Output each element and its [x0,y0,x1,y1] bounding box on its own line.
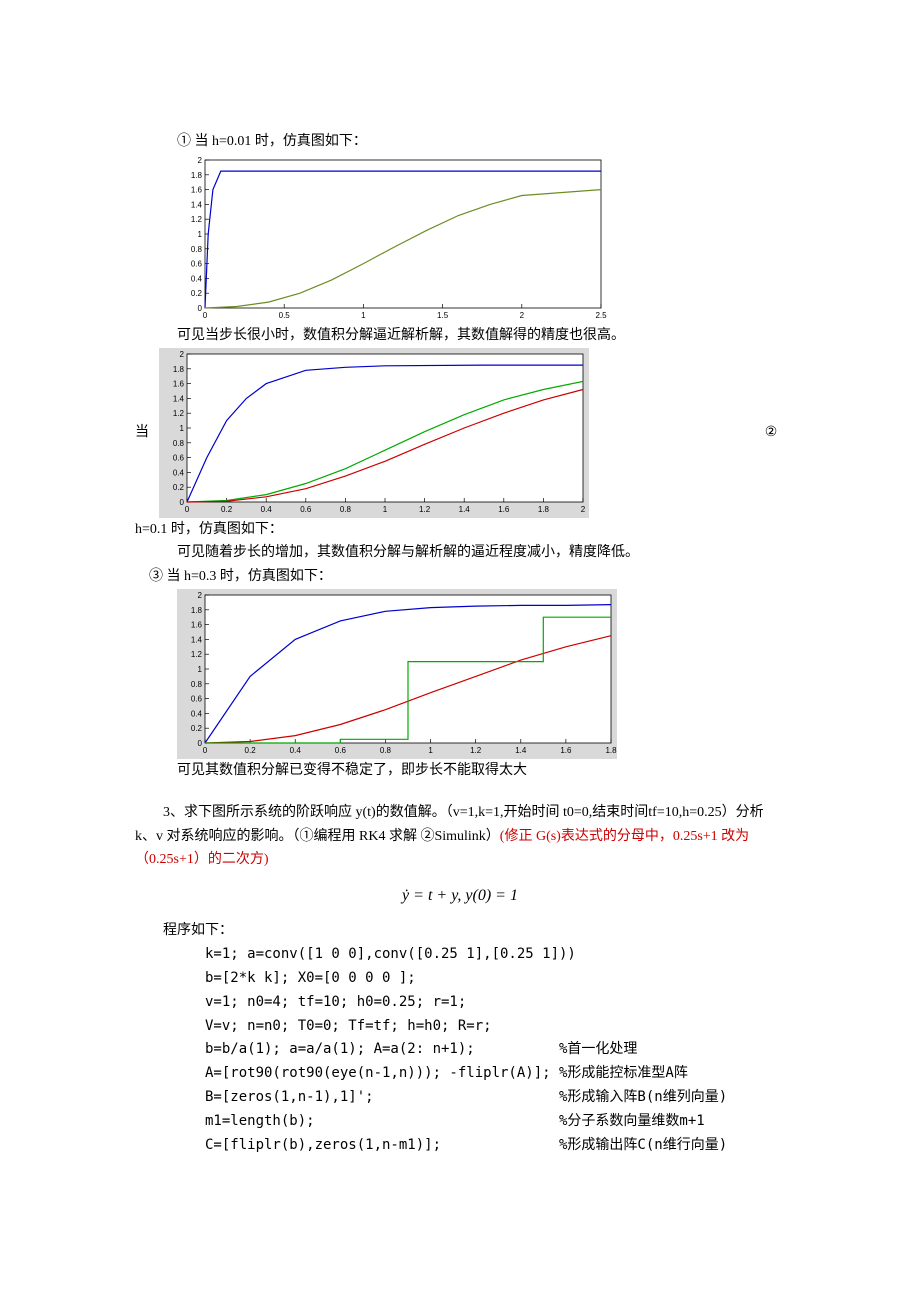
svg-text:0.6: 0.6 [191,259,203,268]
svg-text:1.2: 1.2 [470,746,482,755]
question-3: 3、求下图所示系统的阶跃响应 y(t)的数值解。（v=1,k=1,开始时间 t0… [135,801,785,872]
svg-text:0.6: 0.6 [335,746,347,755]
svg-text:1: 1 [428,746,433,755]
svg-text:2: 2 [198,591,203,600]
svg-text:1.8: 1.8 [173,364,185,373]
code-block: k=1; a=conv([1 0 0],conv([0.25 1],[0.25 … [135,943,785,1157]
svg-text:1: 1 [361,311,366,320]
chart-1: 0 0.5 1 1.5 2 2.5 0 0.2 0.4 0.6 0.8 1 1.2 1.4 1.6 1.8 2 [177,154,785,324]
svg-text:1.2: 1.2 [173,409,185,418]
code-line: v=1; n0=4; tf=10; h0=0.25; r=1; [205,991,785,1015]
code-line: V=v; n=n0; T0=0; Tf=tf; h=h0; R=r; [205,1015,785,1039]
section2-title: h=0.1 时，仿真图如下： [135,518,785,542]
svg-text:0.2: 0.2 [191,289,203,298]
svg-text:0.2: 0.2 [173,483,185,492]
svg-text:1: 1 [198,230,203,239]
svg-text:1.4: 1.4 [191,200,203,209]
svg-text:0.4: 0.4 [290,746,302,755]
svg-text:0: 0 [179,498,184,507]
svg-text:0.8: 0.8 [380,746,392,755]
svg-text:0.6: 0.6 [300,505,312,514]
svg-text:0.8: 0.8 [191,245,203,254]
code-line: k=1; a=conv([1 0 0],conv([0.25 1],[0.25 … [205,943,785,967]
svg-text:1.2: 1.2 [419,505,431,514]
code-line: A=[rot90(rot90(eye(n-1,n))); -fliplr(A)]… [205,1062,785,1086]
svg-text:1.6: 1.6 [191,185,203,194]
svg-text:1.8: 1.8 [191,606,203,615]
svg-text:1.6: 1.6 [498,505,510,514]
svg-text:0: 0 [203,311,208,320]
code-line: C=[fliplr(b),zeros(1,n-m1)]; %形成输出阵C(n维行… [205,1134,785,1158]
svg-text:2: 2 [520,311,525,320]
code-line: B=[zeros(1,n-1),1]'; %形成输入阵B(n维列向量) [205,1086,785,1110]
svg-text:1.8: 1.8 [191,171,203,180]
chart-3: 0 0.2 0.4 0.6 0.8 1 1.2 1.4 1.6 1.8 0 0.2 0.4 0.6 0.8 1… [177,589,785,759]
svg-text:0.4: 0.4 [191,709,203,718]
svg-text:2.5: 2.5 [595,311,607,320]
svg-text:2: 2 [198,156,203,165]
svg-text:1.8: 1.8 [538,505,550,514]
svg-text:0.8: 0.8 [173,438,185,447]
dang-char: 当 [135,421,152,445]
chart-2: 0 0.2 0.4 0.6 0.8 1 1.2 1.4 1.6 1.8 2 0 0.2 0.4 0.6 0.8… [159,348,750,518]
svg-text:0.2: 0.2 [191,724,203,733]
svg-text:0.2: 0.2 [245,746,257,755]
svg-text:0.6: 0.6 [191,695,203,704]
svg-text:0.4: 0.4 [260,505,272,514]
code-line: b=[2*k k]; X0=[0 0 0 0 ]; [205,967,785,991]
svg-text:0.6: 0.6 [173,453,185,462]
svg-text:0: 0 [185,505,190,514]
svg-text:1.6: 1.6 [173,379,185,388]
svg-text:0.8: 0.8 [191,680,203,689]
svg-text:0: 0 [198,304,203,313]
svg-text:1: 1 [383,505,388,514]
svg-text:1.6: 1.6 [191,621,203,630]
svg-text:2: 2 [179,350,184,359]
circled-2: ② [757,421,785,445]
code-line: m1=length(b); %分子系数向量维数m+1 [205,1110,785,1134]
section1-conclusion: 可见当步长很小时，数值积分解逼近解析解，其数值解得的精度也很高。 [135,324,785,348]
svg-text:1.4: 1.4 [515,746,527,755]
svg-text:1: 1 [179,424,184,433]
section3-conclusion: 可见其数值积分解已变得不稳定了，即步长不能取得太大 [135,759,785,783]
svg-text:0.8: 0.8 [340,505,352,514]
svg-text:1.5: 1.5 [437,311,449,320]
svg-text:1.2: 1.2 [191,215,203,224]
section3-title: ③ 当 h=0.3 时，仿真图如下： [135,565,785,589]
svg-text:1.8: 1.8 [605,746,617,755]
svg-text:0.4: 0.4 [173,468,185,477]
svg-text:2: 2 [581,505,586,514]
svg-text:1.4: 1.4 [173,394,185,403]
svg-text:1.6: 1.6 [560,746,572,755]
svg-text:0: 0 [198,739,203,748]
svg-text:1.2: 1.2 [191,650,203,659]
svg-text:0: 0 [203,746,208,755]
svg-text:1: 1 [198,665,203,674]
program-label: 程序如下： [135,919,785,943]
svg-text:0.5: 0.5 [279,311,291,320]
section2-conclusion: 可见随着步长的增加，其数值积分解与解析解的逼近程度减小，精度降低。 [135,541,785,565]
svg-text:1.4: 1.4 [458,505,470,514]
formula: ẏ = t + y, y(0) = 1 [135,882,785,909]
svg-text:1.4: 1.4 [191,635,203,644]
svg-text:0.2: 0.2 [221,505,233,514]
svg-text:0.4: 0.4 [191,274,203,283]
section1-title: ① 当 h=0.01 时，仿真图如下： [135,130,785,154]
code-line: b=b/a(1); a=a/a(1); A=a(2: n+1); %首一化处理 [205,1038,785,1062]
